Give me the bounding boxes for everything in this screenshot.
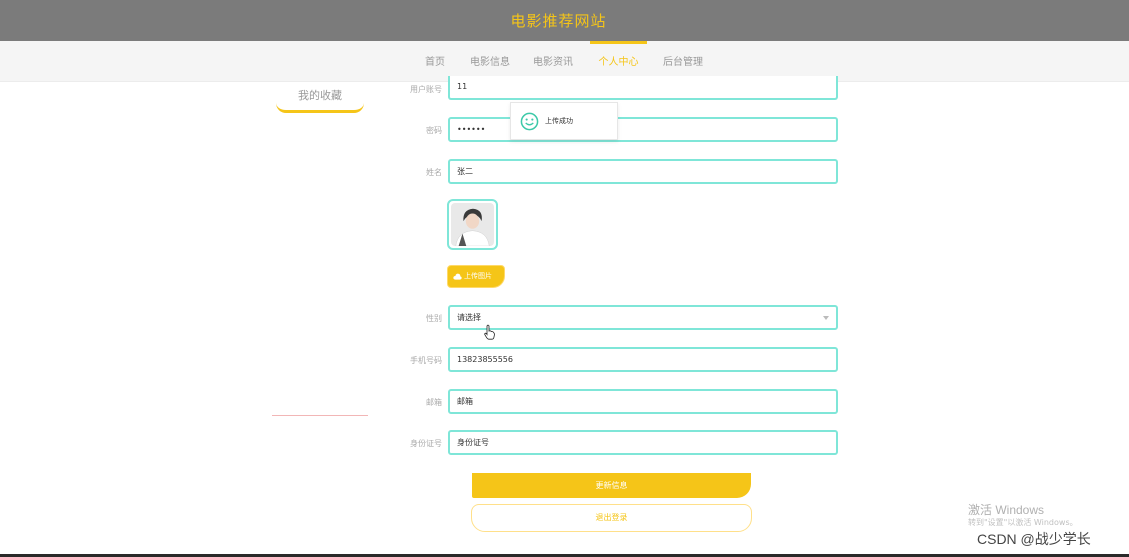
phone-label: 手机号码 [410,356,442,365]
smile-icon [520,112,539,131]
password-label: 密码 [426,126,442,135]
hand-cursor-icon [484,324,495,340]
site-title: 电影推荐网站 [510,12,607,30]
gender-label: 性别 [426,314,442,323]
gender-select-value: 请选择 [457,313,481,322]
upload-image-button[interactable]: 上传图片 [447,265,505,288]
top-header: 电影推荐网站 [0,0,1129,41]
id-card-field[interactable]: 身份证号 [448,430,838,455]
windows-activation-subtitle: 转到"设置"以激活 Windows。 [968,518,1078,527]
cloud-upload-icon [453,273,462,280]
toast-message: 上传成功 [545,117,573,125]
chevron-down-icon [823,316,829,320]
nav-item-home[interactable]: 首页 [418,41,452,82]
sidebar-item-favorites[interactable]: 我的收藏 [276,82,364,113]
password-field[interactable]: •••••• [448,117,838,142]
gender-select[interactable]: 请选择 [448,305,838,330]
name-field[interactable]: 张二 [448,159,838,184]
name-label: 姓名 [426,168,442,177]
avatar [447,199,498,250]
windows-activation-title: 激活 Windows [968,503,1045,517]
username-label: 用户账号 [410,85,442,94]
email-field[interactable]: 邮箱 [448,389,838,414]
username-field[interactable]: 11 [448,76,838,100]
csdn-watermark: CSDN @战少学长 [977,531,1091,547]
email-label: 邮箱 [426,398,442,407]
upload-label: 上传图片 [464,272,492,280]
avatar-image [451,203,494,246]
upload-success-toast: 上传成功 [510,102,618,140]
logout-button[interactable]: 退出登录 [471,504,752,532]
phone-field[interactable]: 13823855556 [448,347,838,372]
id-card-label: 身份证号 [410,439,442,448]
update-info-button[interactable]: 更新信息 [472,473,751,498]
sidebar-divider [272,415,368,416]
